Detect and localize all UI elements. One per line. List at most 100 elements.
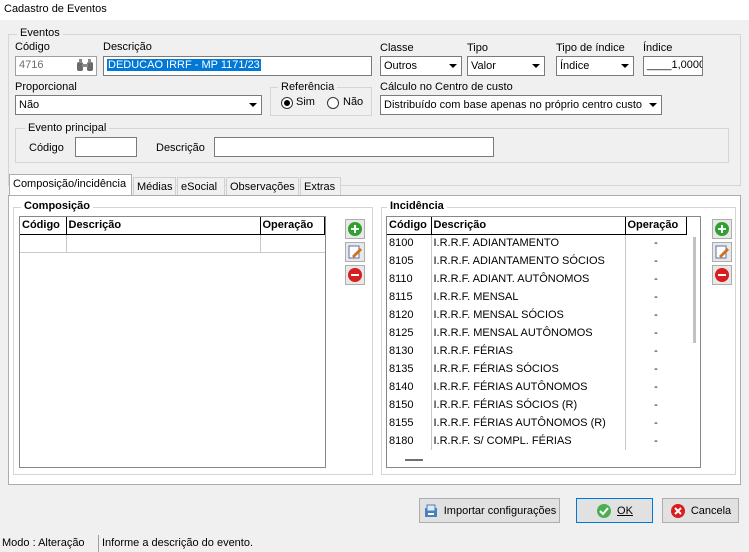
table-cell-codigo: 8105 [387, 252, 432, 270]
table-cell-descricao: I.R.R.F. FÉRIAS AUTÔNOMOS [431, 378, 626, 396]
table-row[interactable]: 8120 I.R.R.F. MENSAL SÓCIOS - [387, 306, 687, 324]
column-header-codigo[interactable]: Código [387, 217, 432, 235]
descricao-field[interactable]: DEDUCAO IRRF - MP 1171/23 [103, 56, 372, 76]
table-cell-descricao: I.R.R.F. FÉRIAS [431, 342, 626, 360]
table-row[interactable]: 8155 I.R.R.F. FÉRIAS AUTÔNOMOS (R) - [387, 414, 687, 432]
proporcional-select[interactable]: Não [15, 95, 262, 115]
table-cell-descricao: I.R.R.F. FÉRIAS SÓCIOS (R) [431, 396, 626, 414]
tab-extras[interactable]: Extras [300, 177, 341, 196]
referencia-nao-radio[interactable] [327, 97, 339, 109]
table-row[interactable]: 8110 I.R.R.F. ADIANT. AUTÔNOMOS - [387, 270, 687, 288]
table-row[interactable]: 8105 I.R.R.F. ADIANTAMENTO SÓCIOS - [387, 252, 687, 270]
cancela-label: Cancela [690, 504, 732, 517]
table-cell-descricao: I.R.R.F. ADIANT. AUTÔNOMOS [431, 270, 626, 288]
table-cell-codigo: 8140 [387, 378, 432, 396]
composicao-add-button[interactable] [345, 219, 365, 239]
eventos-group-label: Eventos [17, 27, 63, 39]
scrollbar-thumb[interactable] [405, 459, 423, 461]
scrollbar-horizontal[interactable] [387, 455, 700, 467]
evento-principal-descricao-field[interactable] [214, 137, 494, 157]
descricao-value: DEDUCAO IRRF - MP 1171/23 [107, 59, 261, 71]
cancela-button[interactable]: Cancela [662, 498, 739, 523]
tab-observacoes[interactable]: Observações [226, 177, 299, 196]
plus-icon [715, 222, 729, 236]
table-cell-operacao: - [654, 435, 658, 447]
table-cell-codigo: 8130 [387, 342, 432, 360]
status-bar: Modo : Alteração Informe a descrição do … [0, 535, 749, 552]
calculo-select[interactable]: Distribuído com base apenas no próprio c… [380, 95, 662, 115]
tipo-label: Tipo [467, 42, 488, 54]
table-cell-operacao: - [654, 237, 658, 250]
tipo-indice-select[interactable]: Índice [556, 56, 634, 76]
tipo-select[interactable]: Valor [467, 56, 545, 76]
composicao-remove-button[interactable] [345, 265, 365, 285]
referencia-label: Referência [278, 81, 338, 93]
incidencia-edit-button[interactable] [712, 242, 732, 262]
evento-principal-codigo-field[interactable] [75, 137, 137, 157]
importar-configuracoes-button[interactable]: Importar configurações [419, 498, 560, 523]
table-row[interactable]: 8140 I.R.R.F. FÉRIAS AUTÔNOMOS - [387, 378, 687, 396]
table-row[interactable]: 8125 I.R.R.F. MENSAL AUTÔNOMOS - [387, 324, 687, 342]
table-row[interactable]: 8150 I.R.R.F. FÉRIAS SÓCIOS (R) - [387, 396, 687, 414]
ok-label: OK [617, 504, 633, 517]
status-hint: Informe a descrição do evento. [102, 537, 254, 549]
table-cell-descricao: I.R.R.F. MENSAL SÓCIOS [431, 306, 626, 324]
table-row[interactable]: 8135 I.R.R.F. FÉRIAS SÓCIOS - [387, 360, 687, 378]
tab-composicao-incidencia[interactable]: Composição/incidência [9, 174, 132, 196]
table-row[interactable]: 8115 I.R.R.F. MENSAL - [387, 288, 687, 306]
referencia-nao-label: Não [343, 96, 364, 108]
incidencia-add-button[interactable] [712, 219, 732, 239]
status-mode: Modo : Alteração [0, 535, 99, 552]
table-row[interactable]: 8100 I.R.R.F. ADIANTAMENTO - [387, 234, 687, 252]
tab-label: Observações [230, 181, 295, 193]
incidencia-label: Incidência [387, 200, 447, 212]
evento-principal-descricao-label: Descrição [156, 142, 205, 154]
table-cell-codigo: 8100 [387, 234, 432, 252]
table-cell-codigo: 8120 [387, 306, 432, 324]
incidencia-remove-button[interactable] [712, 265, 732, 285]
descricao-label: Descrição [103, 41, 152, 53]
referencia-sim-radio[interactable] [281, 97, 293, 109]
chevron-down-icon [644, 96, 661, 114]
referencia-sim-label: Sim [296, 96, 315, 108]
edit-icon [715, 245, 729, 259]
edit-icon [348, 245, 362, 259]
table-cell-descricao: I.R.R.F. FÉRIAS AUTÔNOMOS (R) [431, 414, 626, 432]
column-header-descricao[interactable]: Descrição [430, 217, 626, 235]
indice-field[interactable]: ____1,0000 [643, 56, 703, 76]
column-header-operacao[interactable]: Operação [259, 217, 325, 235]
minus-icon [348, 268, 362, 282]
scrollbar-vertical[interactable] [688, 235, 700, 450]
plus-icon [348, 222, 362, 236]
table-cell-operacao: - [654, 309, 658, 321]
composicao-edit-button[interactable] [345, 242, 365, 262]
tab-label: Extras [304, 181, 336, 193]
table-cell-descricao: I.R.R.F. MENSAL [431, 288, 626, 306]
check-icon [597, 503, 612, 518]
proporcional-value: Não [19, 99, 40, 111]
tab-label: Composição/incidência [13, 178, 127, 190]
column-header-descricao[interactable]: Descrição [65, 217, 261, 235]
incidencia-grid[interactable]: Código Descrição Operação 8100 I.R.R.F. A… [386, 216, 701, 468]
tab-esocial[interactable]: eSocial [177, 177, 225, 196]
evento-principal-label: Evento principal [25, 122, 110, 134]
tab-medias[interactable]: Médias [133, 177, 176, 196]
classe-value: Outros [384, 60, 418, 72]
table-cell-operacao: - [654, 291, 658, 303]
tipo-indice-label: Tipo de índice [556, 42, 625, 54]
chevron-down-icon [616, 57, 633, 75]
column-header-operacao[interactable]: Operação [624, 217, 687, 235]
table-cell-codigo: 8155 [387, 414, 432, 432]
column-header-codigo[interactable]: Código [20, 217, 67, 235]
binoculars-icon[interactable] [76, 58, 94, 73]
indice-label: Índice [643, 42, 673, 54]
table-row[interactable]: 8130 I.R.R.F. FÉRIAS - [387, 342, 687, 360]
scrollbar-thumb[interactable] [693, 237, 696, 343]
table-row[interactable] [20, 234, 325, 253]
table-cell-descricao: I.R.R.F. ADIANTAMENTO [431, 234, 626, 252]
composicao-grid[interactable]: Código Descrição Operação [19, 216, 326, 468]
table-cell-descricao: I.R.R.F. S/ COMPL. FÉRIAS [431, 432, 626, 450]
classe-select[interactable]: Outros [380, 56, 462, 76]
ok-button[interactable]: OK [576, 498, 653, 523]
table-row[interactable]: 8180 I.R.R.F. S/ COMPL. FÉRIAS - [387, 432, 687, 450]
